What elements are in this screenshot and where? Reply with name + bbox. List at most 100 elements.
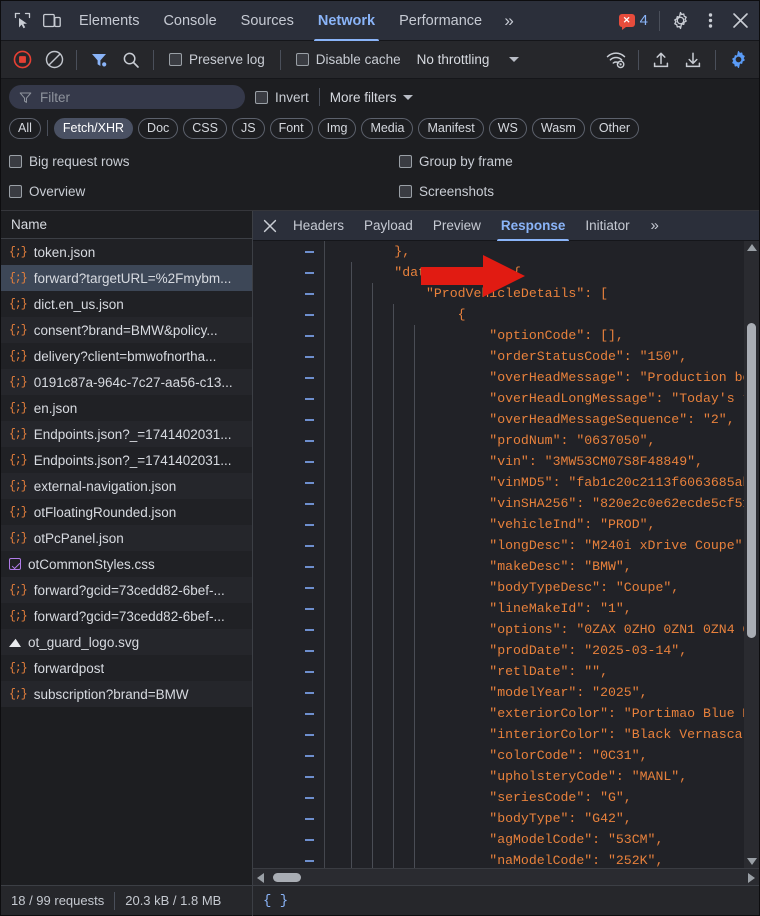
request-row[interactable]: {;} otPcPanel.json	[1, 525, 252, 551]
filter-icon[interactable]	[84, 45, 114, 75]
response-vertical-scrollbar[interactable]	[744, 241, 759, 868]
kebab-menu-icon[interactable]	[695, 6, 725, 36]
fold-marker[interactable]	[305, 608, 314, 610]
chip-img[interactable]: Img	[317, 117, 357, 139]
request-row[interactable]: {;} token.json	[1, 239, 252, 265]
tab-performance[interactable]: Performance	[387, 1, 494, 41]
request-row[interactable]: {;} forward?gcid=73cedd82-6bef-...	[1, 603, 252, 629]
chip-ws[interactable]: WS	[488, 117, 527, 139]
fold-marker[interactable]	[305, 419, 314, 421]
fold-marker[interactable]	[305, 692, 314, 694]
close-icon[interactable]	[257, 213, 283, 239]
request-row[interactable]: {;} subscription?brand=BMW	[1, 681, 252, 707]
fold-marker[interactable]	[305, 377, 314, 379]
request-row[interactable]: {;} external-navigation.json	[1, 473, 252, 499]
request-row[interactable]: ot_guard_logo.svg	[1, 629, 252, 655]
fold-marker[interactable]	[305, 272, 314, 274]
big-request-rows-checkbox[interactable]: Big request rows	[9, 154, 399, 169]
request-rows[interactable]: {;} token.json {;} forward?targetURL=%2Fmyb…	[1, 239, 252, 885]
request-row[interactable]: {;} 0191c87a-964c-7c27-aa56-c13...	[1, 369, 252, 395]
request-row[interactable]: {;} forward?gcid=73cedd82-6bef-...	[1, 577, 252, 603]
request-row[interactable]: {;} forward?targetURL=%2Fmybm...	[1, 265, 252, 291]
inspect-element-icon[interactable]	[7, 6, 37, 36]
invert-checkbox[interactable]: Invert	[255, 90, 309, 105]
record-button[interactable]	[7, 45, 37, 75]
fold-marker[interactable]	[305, 839, 314, 841]
group-by-frame-checkbox[interactable]: Group by frame	[399, 154, 751, 169]
code-scroll-area[interactable]: }, "dataContent": { "ProdVehicleDetails"…	[325, 241, 759, 868]
fold-marker[interactable]	[305, 755, 314, 757]
request-row[interactable]: {;} forwardpost	[1, 655, 252, 681]
fold-marker[interactable]	[305, 587, 314, 589]
chip-doc[interactable]: Doc	[138, 117, 179, 139]
tab-payload[interactable]: Payload	[354, 211, 423, 241]
scroll-left-arrow-icon[interactable]	[257, 873, 264, 883]
fold-marker[interactable]	[305, 482, 314, 484]
preserve-log-checkbox[interactable]: Preserve log	[161, 52, 273, 67]
device-toolbar-icon[interactable]	[37, 6, 67, 36]
scroll-right-arrow-icon[interactable]	[748, 873, 755, 883]
request-row[interactable]: otCommonStyles.css	[1, 551, 252, 577]
fold-marker[interactable]	[305, 314, 314, 316]
chip-wasm[interactable]: Wasm	[531, 117, 585, 139]
tab-sources[interactable]: Sources	[229, 1, 306, 41]
more-detail-tabs-chevron-icon[interactable]: »	[640, 211, 670, 241]
request-row[interactable]: {;} dict.en_us.json	[1, 291, 252, 317]
clear-icon[interactable]	[39, 45, 69, 75]
tab-preview[interactable]: Preview	[423, 211, 491, 241]
fold-marker[interactable]	[305, 524, 314, 526]
code-fold-gutter[interactable]	[253, 241, 325, 868]
more-filters-dropdown[interactable]: More filters	[330, 90, 413, 105]
fold-marker[interactable]	[305, 671, 314, 673]
response-body-viewer[interactable]: }, "dataContent": { "ProdVehicleDetails"…	[253, 241, 759, 868]
chip-other[interactable]: Other	[589, 117, 640, 139]
chip-media[interactable]: Media	[361, 117, 414, 139]
request-row[interactable]: {;} Endpoints.json?_=1741402031...	[1, 447, 252, 473]
disable-cache-checkbox[interactable]: Disable cache	[288, 52, 409, 67]
fold-marker[interactable]	[305, 251, 314, 253]
fold-marker[interactable]	[305, 461, 314, 463]
export-har-icon[interactable]	[678, 45, 708, 75]
search-icon[interactable]	[116, 45, 146, 75]
network-settings-gear-icon[interactable]	[723, 45, 753, 75]
fold-marker[interactable]	[305, 650, 314, 652]
chip-all[interactable]: All	[9, 117, 41, 139]
fold-marker[interactable]	[305, 797, 314, 799]
gear-icon[interactable]	[665, 6, 695, 36]
tab-response[interactable]: Response	[491, 211, 576, 241]
scroll-up-arrow-icon[interactable]	[747, 244, 757, 251]
fold-marker[interactable]	[305, 440, 314, 442]
fold-marker[interactable]	[305, 293, 314, 295]
column-header-name[interactable]: Name	[1, 211, 252, 239]
scroll-down-arrow-icon[interactable]	[747, 858, 757, 865]
fold-marker[interactable]	[305, 776, 314, 778]
chip-css[interactable]: CSS	[183, 117, 227, 139]
import-har-icon[interactable]	[646, 45, 676, 75]
screenshots-checkbox[interactable]: Screenshots	[399, 184, 751, 199]
close-icon[interactable]	[725, 6, 755, 36]
tab-console[interactable]: Console	[151, 1, 228, 41]
chip-manifest[interactable]: Manifest	[418, 117, 484, 139]
fold-marker[interactable]	[305, 356, 314, 358]
request-row[interactable]: {;} en.json	[1, 395, 252, 421]
fold-marker[interactable]	[305, 818, 314, 820]
scrollbar-thumb[interactable]	[273, 873, 301, 882]
request-row[interactable]: {;} delivery?client=bmwofnortha...	[1, 343, 252, 369]
request-row[interactable]: {;} consent?brand=BMW&policy...	[1, 317, 252, 343]
chip-fetch-xhr[interactable]: Fetch/XHR	[53, 117, 134, 139]
fold-marker[interactable]	[305, 545, 314, 547]
response-horizontal-scrollbar[interactable]	[253, 868, 759, 885]
error-count-badge[interactable]: ✕ 4	[613, 12, 654, 30]
fold-marker[interactable]	[305, 566, 314, 568]
request-row[interactable]: {;} Endpoints.json?_=1741402031...	[1, 421, 252, 447]
scrollbar-thumb[interactable]	[747, 323, 756, 638]
fold-marker[interactable]	[305, 860, 314, 862]
chip-font[interactable]: Font	[269, 117, 313, 139]
chip-js[interactable]: JS	[231, 117, 265, 139]
tab-initiator[interactable]: Initiator	[575, 211, 639, 241]
fold-marker[interactable]	[305, 335, 314, 337]
tab-elements[interactable]: Elements	[67, 1, 151, 41]
tab-network[interactable]: Network	[306, 1, 387, 41]
more-tabs-chevron-icon[interactable]: »	[494, 6, 524, 36]
fold-marker[interactable]	[305, 503, 314, 505]
